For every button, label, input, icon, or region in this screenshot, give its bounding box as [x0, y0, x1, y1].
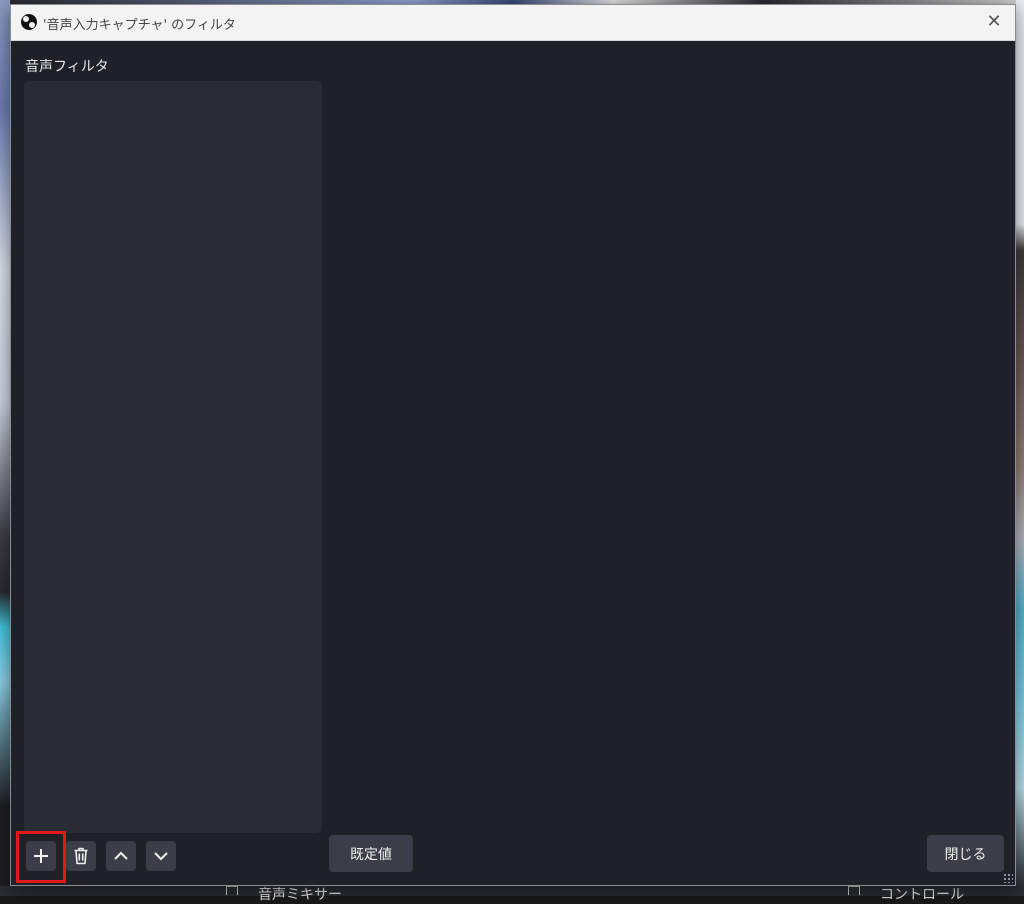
add-filter-button[interactable]: [26, 841, 56, 871]
audio-filter-list[interactable]: [24, 81, 322, 833]
dock-undock-icon[interactable]: [226, 886, 238, 895]
controls-title: コントロール: [880, 887, 964, 903]
trash-icon: [74, 847, 88, 865]
audio-mixer-title: 音声ミキサー: [258, 887, 342, 903]
move-filter-down-button[interactable]: [146, 841, 176, 871]
chevron-down-icon: [154, 852, 168, 861]
remove-filter-button[interactable]: [66, 841, 96, 871]
filters-dialog: '音声入力キャプチャ' のフィルタ ✕ 音声フィルタ 既定値 閉じる: [10, 4, 1016, 886]
close-window-button[interactable]: ✕: [983, 11, 1005, 33]
window-title: '音声入力キャプチャ' のフィルタ: [43, 18, 236, 33]
audio-filters-label: 音声フィルタ: [25, 59, 109, 75]
close-button[interactable]: 閉じる: [927, 835, 1004, 872]
obs-logo-icon: [21, 14, 37, 30]
resize-grip[interactable]: [1003, 873, 1013, 883]
background-window-left: [0, 0, 10, 896]
background-window-right: [1016, 0, 1024, 896]
defaults-button[interactable]: 既定値: [329, 835, 413, 872]
background-dock-bar: 音声ミキサー コントロール: [0, 886, 1024, 903]
dock-undock-icon[interactable]: [848, 886, 860, 895]
plus-icon: [34, 849, 48, 863]
chevron-up-icon: [114, 851, 128, 860]
move-filter-up-button[interactable]: [106, 841, 136, 871]
title-bar[interactable]: '音声入力キャプチャ' のフィルタ ✕: [11, 5, 1015, 41]
